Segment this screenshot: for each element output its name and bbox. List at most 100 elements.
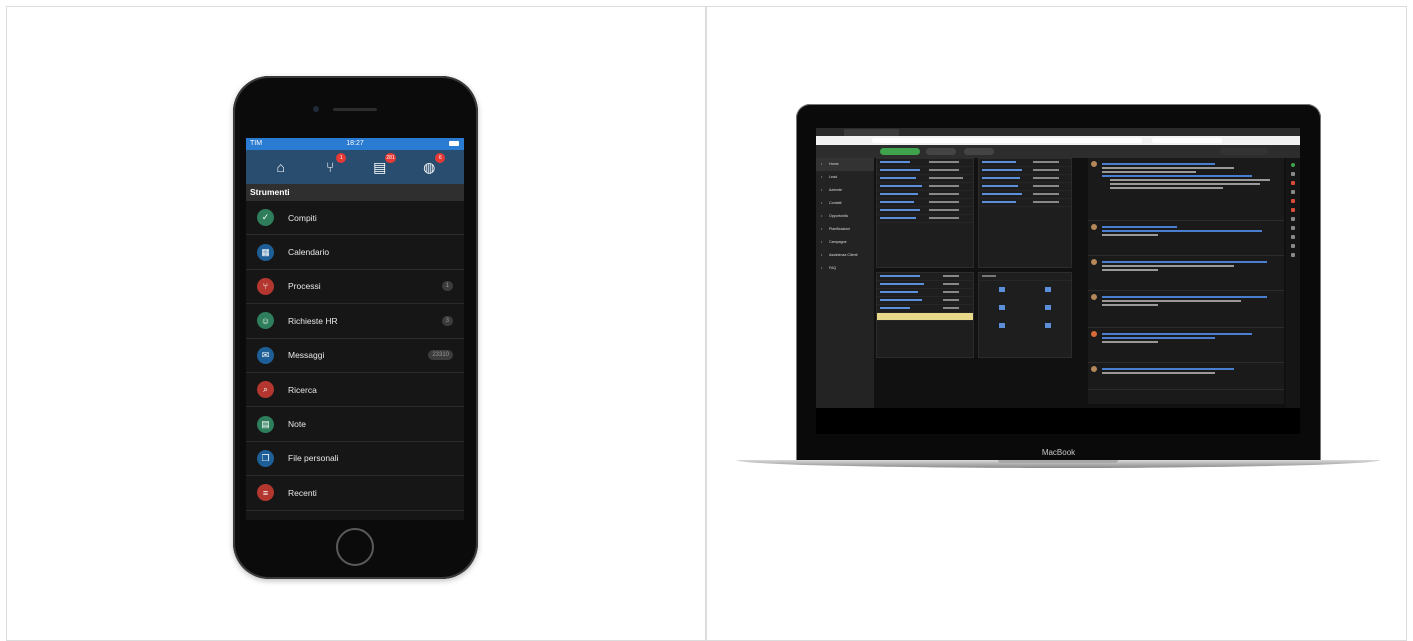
folder-icon[interactable] bbox=[1045, 287, 1051, 292]
messages-icon[interactable]: ▤ 281 bbox=[369, 153, 396, 178]
processes-icon: ⑂ bbox=[257, 277, 274, 295]
toolbar-icon[interactable] bbox=[1291, 208, 1295, 212]
notification-icon[interactable] bbox=[1291, 181, 1295, 185]
hr-icon: ☺ bbox=[257, 312, 274, 330]
right-toolbar bbox=[1286, 158, 1300, 434]
menu-item-count: 3 bbox=[441, 315, 453, 326]
browser-search-field[interactable] bbox=[1152, 138, 1222, 143]
battery-icon bbox=[449, 141, 459, 146]
menu-item[interactable]: ☺ Richieste HR 3 bbox=[246, 304, 464, 339]
sidebar-item-icon: • bbox=[821, 162, 823, 166]
dashboard-widgets bbox=[876, 158, 1086, 408]
menu-item-label: Calendario bbox=[288, 247, 330, 258]
phone-screen: TIM 18:27 ⌂ ⑂ 1 ▤ 281 ◍ 6 Strumenti ✓ Compit… bbox=[246, 138, 464, 520]
globe-icon[interactable]: ◍ 6 bbox=[418, 153, 446, 178]
sidebar-item-icon: • bbox=[821, 227, 823, 231]
search-icon[interactable] bbox=[1291, 172, 1295, 176]
calendar-icon: ▦ bbox=[257, 243, 274, 261]
sidebar-item-label: Lead bbox=[829, 175, 837, 179]
toolbar-button[interactable] bbox=[926, 148, 956, 155]
menu-item[interactable]: ⑂ Processi 1 bbox=[246, 270, 464, 305]
widget-card bbox=[876, 272, 974, 358]
toolbar-icon[interactable] bbox=[1291, 199, 1295, 203]
toolbar-icon[interactable] bbox=[1291, 235, 1295, 239]
sidebar-item-icon: • bbox=[821, 214, 823, 218]
widget-card bbox=[978, 158, 1072, 268]
menu-item[interactable]: ▤ Note bbox=[246, 407, 464, 442]
sidebar-item-label: FAQ bbox=[829, 266, 837, 270]
feed-post bbox=[1088, 328, 1284, 363]
sidebar-item[interactable]: • Pianificazioni bbox=[816, 223, 874, 236]
sidebar-item[interactable]: • Opportunità bbox=[816, 210, 874, 223]
folder-icon[interactable] bbox=[999, 287, 1005, 292]
sidebar-item[interactable]: • Lead bbox=[816, 171, 874, 184]
browser-url-bar bbox=[816, 136, 1300, 145]
menu-item[interactable]: ▦ Calendario bbox=[246, 235, 464, 270]
folder-icon[interactable] bbox=[1045, 323, 1051, 328]
toolbar-icon[interactable] bbox=[1291, 217, 1295, 221]
avatar bbox=[1091, 294, 1097, 300]
browser-tab-bar bbox=[816, 128, 1300, 143]
sidebar-item-label: Assistenza Clienti bbox=[829, 253, 858, 257]
feed-post bbox=[1088, 363, 1284, 390]
menu-item-label: Richieste HR bbox=[288, 315, 338, 326]
section-title: Strumenti bbox=[246, 184, 464, 201]
sidebar-item-label: Home bbox=[829, 162, 839, 166]
sidebar-item-icon: • bbox=[821, 253, 823, 257]
sidebar-item[interactable]: • Aziende bbox=[816, 184, 874, 197]
speaker-grille bbox=[333, 108, 377, 111]
widget-card bbox=[978, 272, 1072, 358]
folder-icon[interactable] bbox=[999, 323, 1005, 328]
sidebar-item-label: Campagne bbox=[829, 240, 847, 244]
toolbar-button[interactable] bbox=[964, 148, 994, 155]
menu-item[interactable]: ❐ File personali bbox=[246, 442, 464, 477]
home-icon[interactable]: ⌂ bbox=[270, 156, 292, 178]
conversation-search[interactable] bbox=[1220, 148, 1268, 155]
menu-item[interactable]: ✓ Compiti bbox=[246, 201, 464, 236]
folder-icon[interactable] bbox=[1045, 305, 1051, 310]
macbook-label: MacBook bbox=[1041, 448, 1076, 457]
crm-toolbar bbox=[816, 145, 1300, 158]
globe-badge: 6 bbox=[435, 153, 446, 163]
messages-badge: 281 bbox=[385, 153, 396, 163]
menu-item[interactable]: ⌕ Ricerca bbox=[246, 373, 464, 408]
address-field[interactable] bbox=[872, 138, 1142, 143]
folder-icon[interactable] bbox=[999, 305, 1005, 310]
sidebar-item-icon: • bbox=[821, 188, 823, 192]
new-button[interactable] bbox=[880, 148, 920, 155]
sidebar-item-label: Pianificazioni bbox=[829, 227, 850, 231]
toolbar-icon[interactable] bbox=[1291, 190, 1295, 194]
sidebar-item[interactable]: • Contatti bbox=[816, 197, 874, 210]
sidebar-item-icon: • bbox=[821, 266, 823, 270]
status-icon[interactable] bbox=[1291, 163, 1295, 167]
avatar bbox=[1091, 331, 1097, 337]
menu-item[interactable]: ≡ Recenti bbox=[246, 476, 464, 511]
home-button[interactable] bbox=[336, 528, 374, 566]
crm-sidebar: • Home • Lead • Aziende • Contatti • Opportunità •… bbox=[816, 158, 874, 434]
sidebar-item[interactable]: • Campagne bbox=[816, 236, 874, 249]
menu-item-count: 1 bbox=[441, 281, 453, 292]
sidebar-item-icon: • bbox=[821, 201, 823, 205]
avatar bbox=[1091, 161, 1097, 167]
processes-badge: 1 bbox=[336, 153, 347, 163]
menu-item[interactable]: ✉ Messaggi 23310 bbox=[246, 339, 464, 373]
avatar bbox=[1091, 224, 1097, 230]
sidebar-item[interactable]: • Home bbox=[816, 158, 874, 171]
processes-icon[interactable]: ⑂ 1 bbox=[319, 153, 347, 178]
sidebar-item[interactable]: • FAQ bbox=[816, 262, 874, 275]
sidebar-item-label: Opportunità bbox=[829, 214, 848, 218]
sidebar-item[interactable]: • Assistenza Clienti bbox=[816, 249, 874, 262]
menu-item-label: Messaggi bbox=[288, 350, 325, 361]
window-controls bbox=[819, 130, 833, 143]
browser-tab[interactable] bbox=[844, 129, 899, 136]
laptop-screen: • Home • Lead • Aziende • Contatti • Opportunità •… bbox=[816, 128, 1300, 434]
feed-post bbox=[1088, 291, 1284, 328]
feed-post bbox=[1088, 256, 1284, 291]
recent-icon: ≡ bbox=[257, 484, 274, 502]
iphone-mockup: TIM 18:27 ⌂ ⑂ 1 ▤ 281 ◍ 6 Strumenti ✓ Compit… bbox=[233, 76, 478, 579]
menu-item-label: Note bbox=[288, 419, 306, 430]
toolbar-icon[interactable] bbox=[1291, 253, 1295, 257]
toolbar-icon[interactable] bbox=[1291, 226, 1295, 230]
sidebar-item-icon: • bbox=[821, 240, 823, 244]
toolbar-icon[interactable] bbox=[1291, 244, 1295, 248]
